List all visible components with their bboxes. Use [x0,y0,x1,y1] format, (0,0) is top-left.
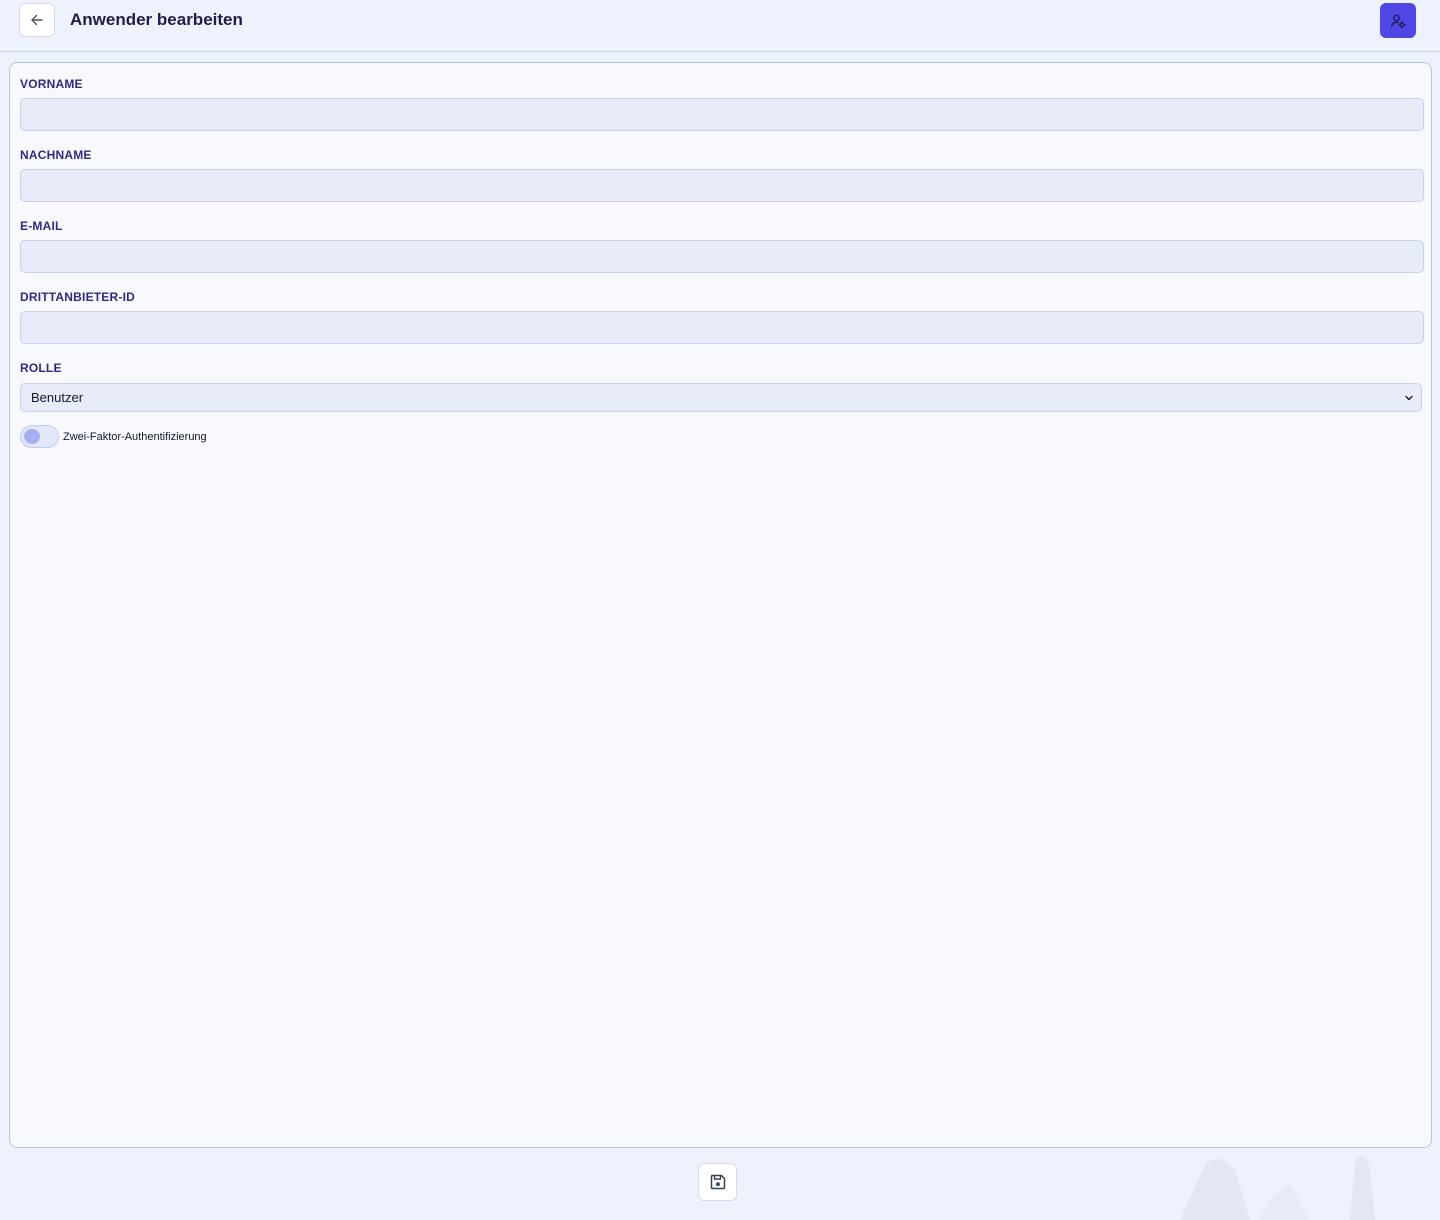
lastname-label: NACHNAME [20,148,92,162]
firstname-input[interactable] [20,98,1424,131]
user-gear-icon [1391,14,1406,29]
email-input[interactable] [20,240,1424,273]
background-illustration [1160,1150,1390,1220]
lastname-input[interactable] [20,169,1424,202]
back-button[interactable] [19,3,55,37]
two-factor-row: Zwei-Faktor-Authentifizierung [20,425,207,448]
email-label: E-MAIL [20,219,63,233]
arrow-left-icon [31,14,43,26]
user-settings-button[interactable] [1380,3,1416,38]
page-title: Anwender bearbeiten [70,10,243,29]
firstname-label: VORNAME [20,77,83,91]
page-header: Anwender bearbeiten [0,0,1440,52]
two-factor-toggle[interactable] [20,425,59,448]
role-label: ROLLE [20,361,62,375]
chevron-down-icon [1405,395,1413,400]
toggle-knob [24,429,40,444]
role-select[interactable]: Benutzer [20,383,1422,412]
save-button[interactable] [698,1163,737,1201]
third-party-id-label: DRITTANBIETER-ID [20,290,135,304]
two-factor-label: Zwei-Faktor-Authentifizierung [63,430,207,443]
role-selected-value: Benutzer [31,390,84,405]
user-form-card: VORNAME NACHNAME E-MAIL DRITTANBIETER-ID… [9,62,1432,1148]
floppy-disk-icon [710,1174,725,1190]
third-party-id-input[interactable] [20,311,1424,344]
